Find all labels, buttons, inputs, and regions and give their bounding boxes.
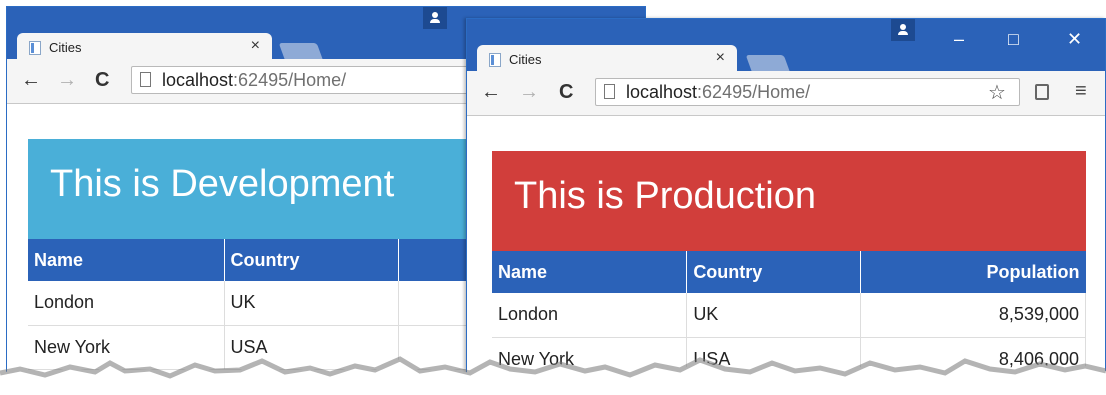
minimize-icon[interactable]: – [954,29,964,50]
cell-name: London [492,293,688,338]
cell-name: London [28,281,225,326]
toolbar: ← → C localhost:62495/Home/ ☆ ≡ [467,71,1105,116]
table-header-row: Name Country [28,239,489,281]
extension-icon[interactable] [1035,84,1049,100]
torn-edge-decoration [0,356,1106,395]
tab-title: Cities [509,52,542,67]
cell-country: UK [224,281,399,326]
table-row: London UK 8,539,000 [492,293,1086,338]
column-header-name: Name [492,251,688,293]
close-tab-icon[interactable]: × [251,37,260,55]
column-header-name: Name [28,239,225,281]
environment-banner: This is Production [492,151,1086,251]
back-arrow-icon[interactable]: ← [481,81,501,104]
bookmark-star-icon[interactable]: ☆ [988,80,1006,105]
cell-country: UK [686,293,862,338]
page-favicon-icon [489,53,501,67]
profile-icon[interactable] [423,7,447,29]
column-header-population: Population [860,251,1086,293]
close-window-icon[interactable]: ✕ [1067,29,1082,50]
reload-icon[interactable]: C [95,69,109,92]
browser-window-production: Cities × – □ ✕ ← → C localhost:62495/Hom… [466,18,1106,395]
forward-arrow-icon[interactable]: → [519,81,539,104]
address-bar[interactable]: localhost:62495/Home/ ☆ [595,78,1020,106]
environment-banner: This is Development [28,139,488,239]
maximize-icon[interactable]: □ [1008,29,1019,50]
page-icon [604,84,615,99]
table-header-row: Name Country Population [492,251,1086,293]
url-text: localhost:62495/Home/ [162,70,347,90]
profile-icon[interactable] [891,19,915,41]
title-bar: Cities × – □ ✕ [467,19,1105,75]
page-icon [140,72,151,87]
column-header-country: Country [686,251,862,293]
reload-icon[interactable]: C [559,81,573,104]
back-arrow-icon[interactable]: ← [21,69,41,92]
url-text: localhost:62495/Home/ [626,82,811,102]
forward-arrow-icon[interactable]: → [57,69,77,92]
column-header-country: Country [224,239,399,281]
cell-population: 8,539,000 [860,293,1086,338]
close-tab-icon[interactable]: × [716,49,725,67]
tab-title: Cities [49,40,82,55]
page-favicon-icon [29,41,41,55]
menu-icon[interactable]: ≡ [1075,80,1087,103]
table-row: London UK [28,281,489,326]
